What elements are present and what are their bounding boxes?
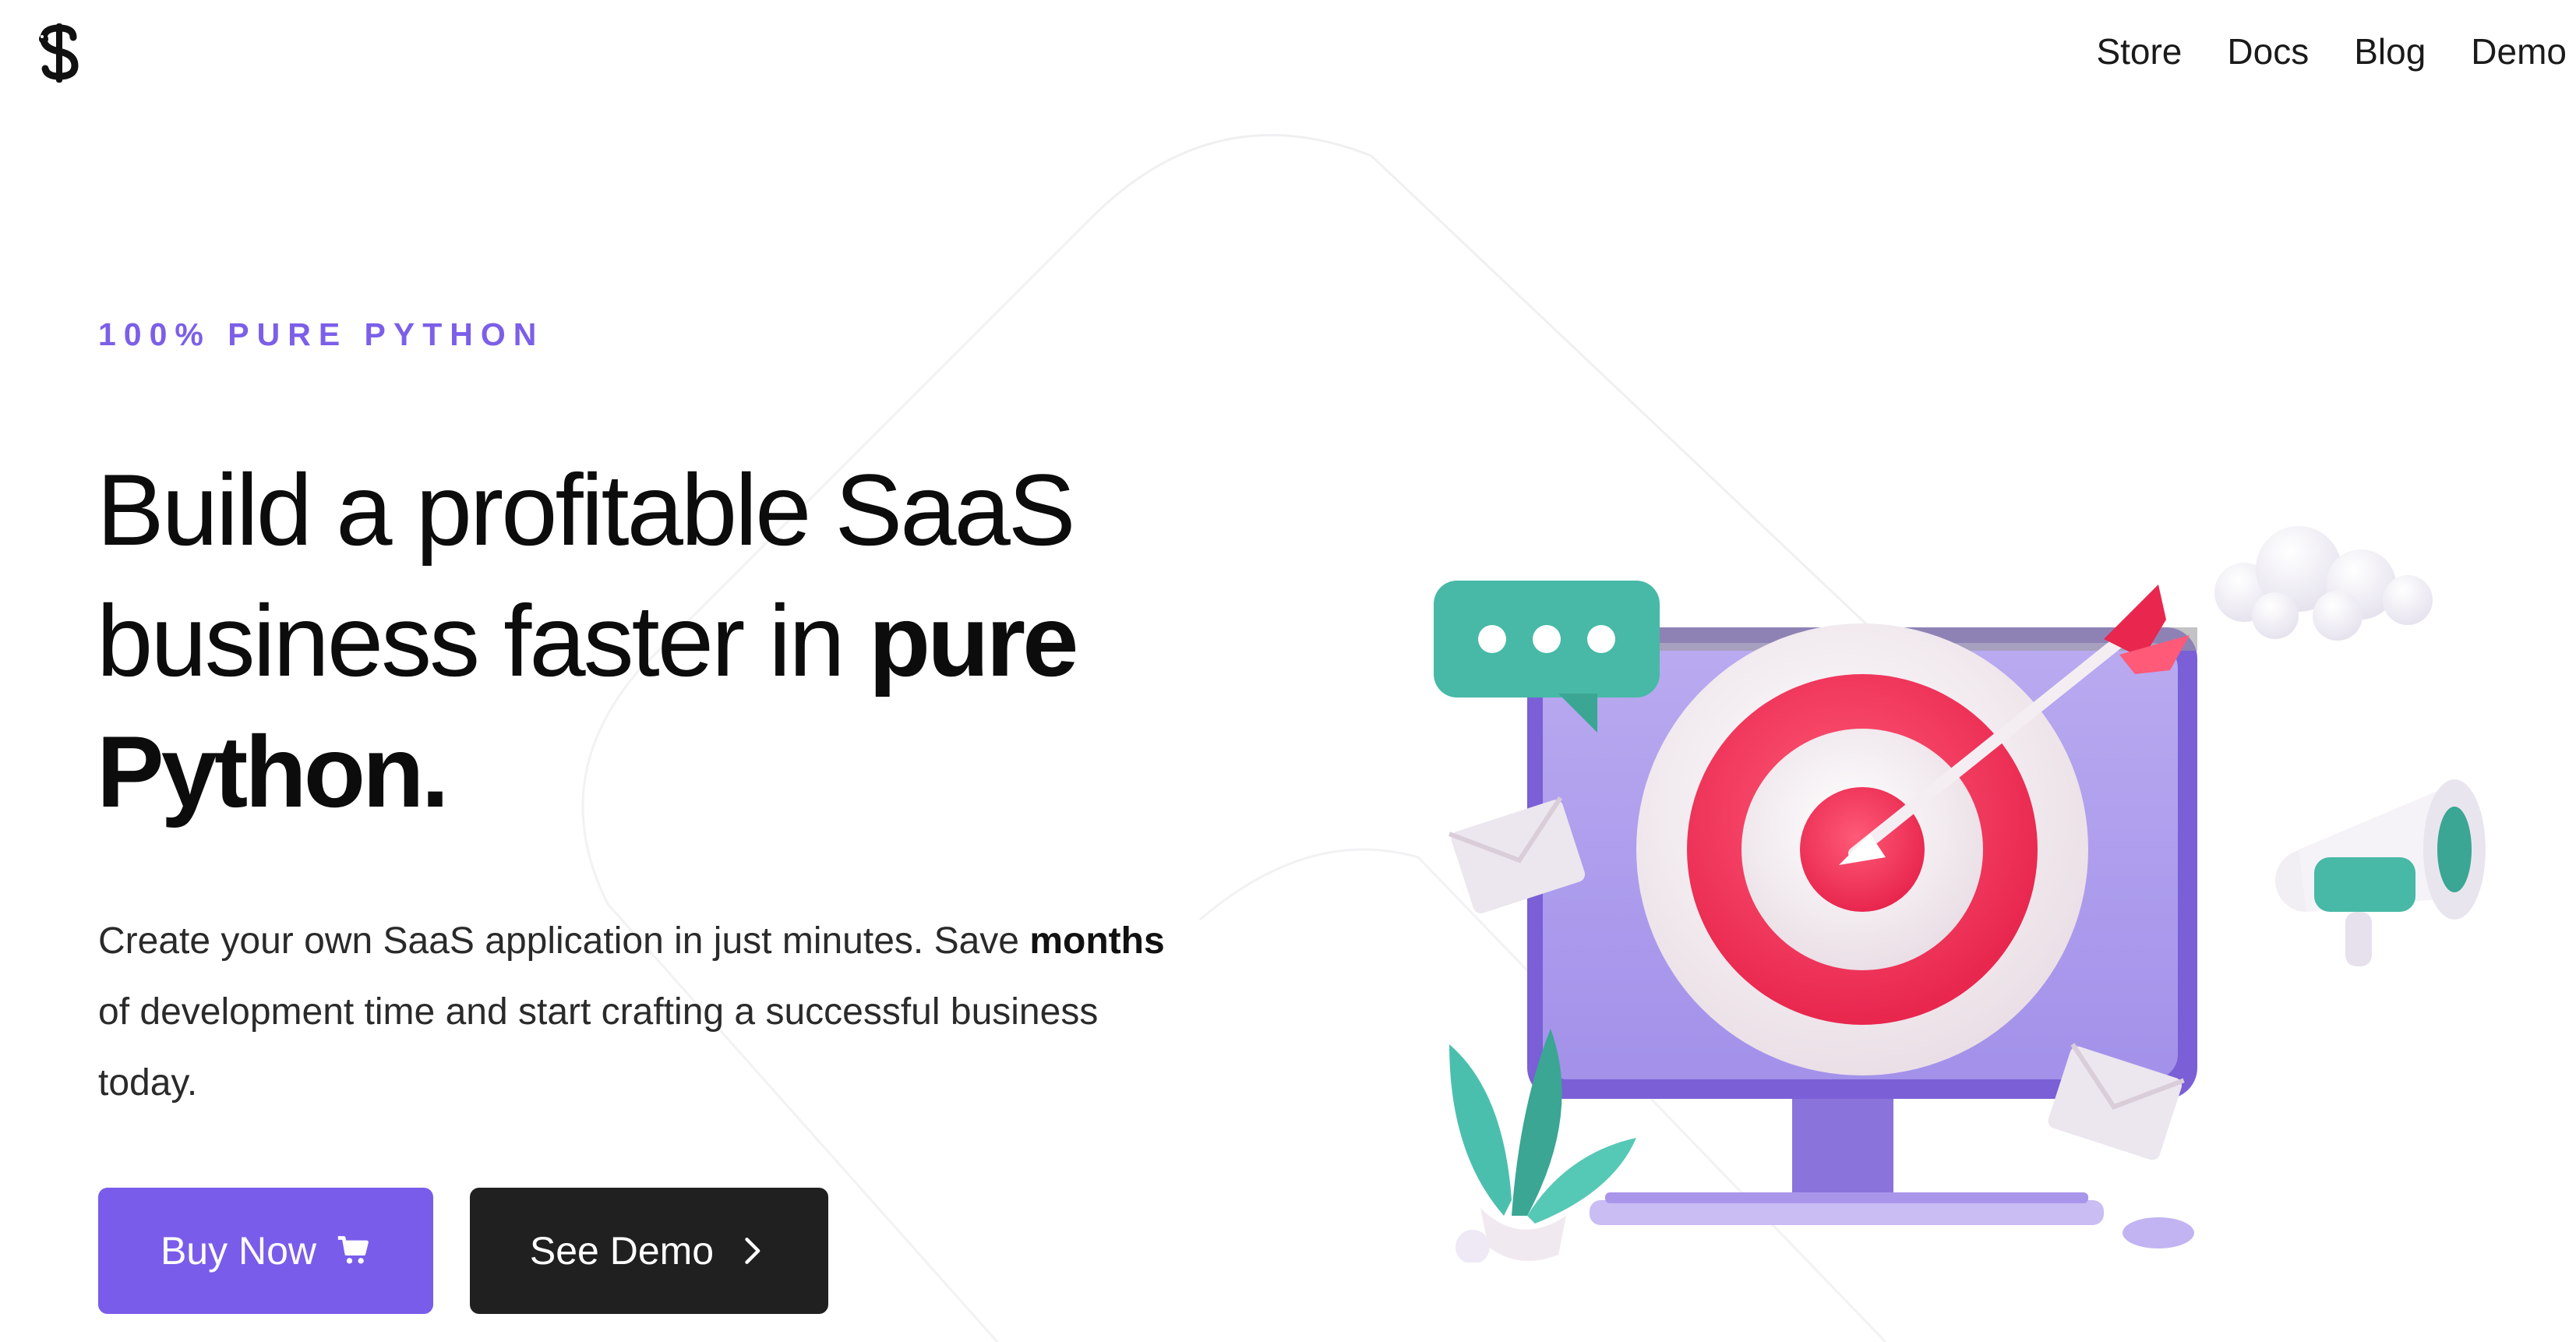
target-monitor-illustration	[1434, 526, 2486, 1263]
chevron-right-icon	[745, 1238, 760, 1264]
lead-text-bold: months	[1029, 920, 1165, 962]
buy-now-button[interactable]: Buy Now	[98, 1188, 433, 1314]
headline-bold-python: Python.	[97, 715, 450, 828]
cart-icon	[337, 1236, 369, 1264]
dollar-snake-logo-icon[interactable]	[34, 22, 84, 84]
see-demo-label: See Demo	[529, 1229, 715, 1273]
hero-description: Create your own SaaS application in just…	[98, 906, 1189, 1118]
eyebrow-label: 100% PURE PYTHON	[98, 316, 545, 352]
nav-link-docs[interactable]: Docs	[2227, 23, 2309, 79]
headline-bold-pure: pure	[868, 584, 1079, 697]
top-nav: Store Docs Blog Demo	[2051, 23, 2567, 79]
lead-text-part-2: of development time and start crafting a…	[98, 991, 1099, 1104]
headline-line-1: Build a profitable SaaS	[97, 453, 1076, 567]
headline-line-2: business faster in	[97, 584, 869, 697]
landing-page: Store Docs Blog Demo 100% PURE PYTHON Bu…	[0, 0, 2576, 1342]
lead-text-part-1: Create your own SaaS application in just…	[98, 920, 1030, 962]
buy-now-label: Buy Now	[160, 1229, 317, 1273]
see-demo-button[interactable]: See Demo	[470, 1188, 828, 1314]
nav-link-demo[interactable]: Demo	[2471, 23, 2567, 79]
nav-link-blog[interactable]: Blog	[2354, 23, 2426, 79]
hero-headline: Build a profitable SaaS business faster …	[97, 444, 1156, 837]
nav-link-store[interactable]: Store	[2096, 23, 2182, 79]
